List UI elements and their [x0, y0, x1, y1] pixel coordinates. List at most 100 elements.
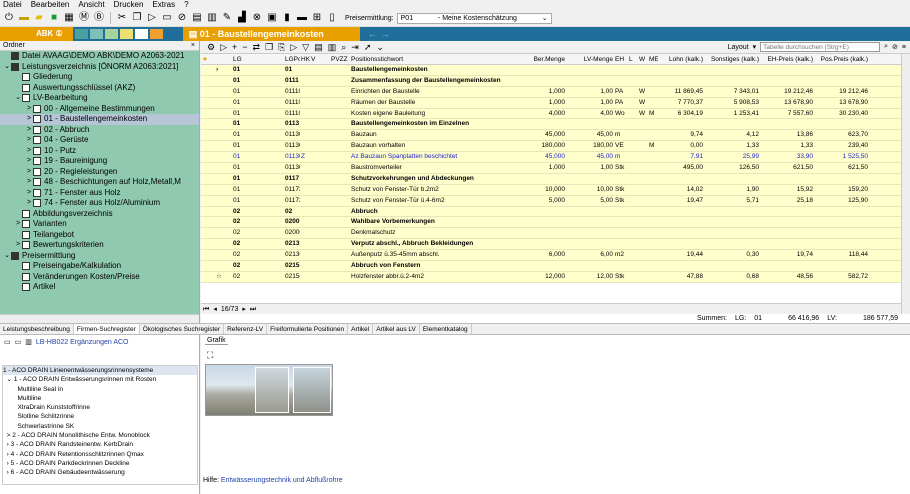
add-icon[interactable]: +	[232, 42, 237, 52]
power-icon[interactable]: ⏻	[3, 12, 15, 24]
table-row[interactable]: ☆02021501BHolzfenster abbr.ü.2-4m212,000…	[201, 271, 901, 283]
tree-item[interactable]: ⌄ LV-Bearbeitung	[0, 93, 199, 104]
tree-item[interactable]: >74 - Fenster aus Holz/Aluminium	[0, 198, 199, 209]
column-header[interactable]: LG	[232, 54, 284, 64]
register-item[interactable]: Slotline Schlitzrinne	[3, 412, 197, 421]
table-row[interactable]: 02 0213 Verputz abschl., Abbruch Bekleidun…	[201, 239, 901, 251]
expand-chevron-icon[interactable]: >	[25, 135, 33, 146]
column-header[interactable]: EH-Preis (kalk.)	[760, 54, 814, 64]
nav-back-icon[interactable]: ←	[368, 29, 377, 39]
tree-item[interactable]: Veränderungen Kosten/Preise	[0, 272, 199, 283]
menu-item-extras[interactable]: Extras	[152, 0, 175, 10]
copy-icon[interactable]: ❐	[131, 12, 143, 24]
table-row[interactable]: 01 011304A Baustromverteiler 1,000 1,00Stk 49…	[201, 163, 901, 174]
column-header[interactable]: PVZZ	[330, 54, 350, 64]
column-header[interactable]	[215, 54, 232, 64]
m-doc-icon[interactable]: Ⓜ	[78, 12, 90, 24]
tree-item[interactable]: >04 - Gerüste	[0, 135, 199, 146]
expand-icon[interactable]: ⛶	[207, 350, 213, 361]
bar-icon[interactable]: ▬	[296, 12, 308, 24]
table-row[interactable]: 01 011102A Kosten eigene Bauleitung 4,000 4,…	[201, 108, 901, 120]
expand-chevron-icon[interactable]: >	[25, 188, 33, 199]
stack-icon[interactable]: ▮	[281, 12, 293, 24]
table-row[interactable]: 01 011302A Bauzaun 45,000 45,00m 9,74 4,12 13,8…	[201, 130, 901, 142]
nav-forward-icon[interactable]: →	[381, 29, 390, 39]
table-row[interactable]: 02 0200 Wahlbare Vorbemerkungen	[201, 217, 901, 229]
move-icon[interactable]: ⇄	[253, 42, 261, 53]
tab-elementkatalog[interactable]: Elementkatalog	[420, 324, 472, 334]
tree-item[interactable]: Teilangebot	[0, 230, 199, 241]
register-item[interactable]: XtraDrain Kunststoffrinne	[3, 403, 197, 412]
tree-item[interactable]: ⌄ Leistungsverzeichnis [ÖNORM A2063:2021]	[0, 62, 199, 73]
table-row[interactable]: 02 020001B Denkmalschutz	[201, 228, 901, 240]
tab-kologisches-suchregister[interactable]: Ökologisches Suchregister	[140, 324, 225, 334]
table-row[interactable]: 01 0117 Schutzvorkehrungen und Abdeckungen	[201, 173, 901, 185]
chevron-down-icon[interactable]: ▾	[753, 43, 757, 51]
register-item[interactable]: Schwerlastrinne SK	[3, 422, 197, 431]
column-header[interactable]: LV-Menge	[566, 54, 614, 64]
expand-chevron-icon[interactable]: >	[25, 167, 33, 178]
calc-icon[interactable]: ▣	[266, 12, 278, 24]
expand-chevron-icon[interactable]: >	[25, 114, 33, 125]
table-row[interactable]: 01 011101B Räumen der Baustelle 1,000 1,00PA…	[201, 97, 901, 109]
tree-item[interactable]: Gliederung	[0, 72, 199, 83]
tree-item[interactable]: Auswertungsschlüssel (AKZ)	[0, 83, 199, 94]
register-item[interactable]: 1 - ACO DRAIN Linienentwässerungsrinnens…	[3, 366, 197, 376]
register-item[interactable]: Multiline	[3, 394, 197, 403]
settings-icon[interactable]: ⚙	[207, 42, 215, 53]
green-icon[interactable]: ■	[48, 12, 60, 24]
folder-icon[interactable]: ▭	[4, 338, 11, 346]
table-row[interactable]: › 01 01 Baustellengemeinkosten	[201, 65, 901, 76]
edit-icon[interactable]: ✎	[221, 12, 233, 24]
table-row[interactable]: 02 021307B Außenputz ü.35-45mm abschl. 6,00…	[201, 250, 901, 262]
table-row[interactable]: 01 011721A Schutz von Fenster-Tür b.2m2 10,…	[201, 184, 901, 196]
tab-grafik[interactable]: Grafik	[205, 337, 228, 345]
tab-artikel[interactable]: Artikel	[348, 324, 374, 334]
tree-item[interactable]: >00 - Allgemeine Bestimmungen	[0, 104, 199, 115]
tab-artikel-aus-lv[interactable]: Artikel aus LV	[373, 324, 420, 334]
help-link[interactable]: Entwässerungstechnik und Abflußrohre	[221, 477, 343, 484]
duplicate-icon[interactable]: ❐	[265, 42, 273, 53]
grid-icon[interactable]: ▭	[161, 12, 173, 24]
tree-item[interactable]: Datei AVAAG\DEMO ABK\DEMO A2063-2021	[0, 51, 199, 62]
tree-item[interactable]: Abbildungsverzeichnis	[0, 209, 199, 220]
table-row[interactable]: 02 0215 Abbruch von Fenstern	[201, 261, 901, 272]
column-header[interactable]: Positionsstichwort	[350, 54, 516, 64]
column-header[interactable]: L	[628, 54, 638, 64]
layout-button[interactable]: Layout	[728, 44, 749, 51]
column-header[interactable]: EH	[614, 54, 628, 64]
table-row[interactable]: 02 02 Abbruch	[201, 206, 901, 218]
register-link[interactable]: LB-HB022 Ergänzungen ACO	[36, 339, 129, 346]
chevron-down-icon[interactable]: ⌄	[376, 42, 384, 53]
menu-item-bearbeiten[interactable]: Bearbeiten	[31, 0, 70, 10]
tree-item[interactable]: >48 - Beschichtungen auf Holz,Metall,M	[0, 177, 199, 188]
link-icon[interactable]: ⊘	[176, 12, 188, 24]
pager-value[interactable]: 16/73	[221, 304, 239, 314]
expand-chevron-icon[interactable]: >	[25, 156, 33, 167]
last-page-icon[interactable]: ⏭	[250, 304, 256, 314]
no-icon[interactable]: ⊗	[251, 12, 263, 24]
report-icon[interactable]: ▯	[326, 12, 338, 24]
expand-chevron-icon[interactable]: ⌄	[3, 251, 11, 262]
register-item[interactable]: › 5 - ACO DRAIN Parkdeckrinnen Deckline	[3, 459, 197, 468]
next-page-icon[interactable]: ▸	[242, 304, 246, 314]
folder-icon[interactable]: ▬	[18, 12, 30, 24]
menu-item-[interactable]: ?	[184, 0, 188, 10]
expand-chevron-icon[interactable]: ⌄	[3, 62, 11, 73]
prev-page-icon[interactable]: ◂	[213, 304, 217, 314]
tree-item[interactable]: >19 - Baureinigung	[0, 156, 199, 167]
register-item[interactable]: › 6 - ACO DRAIN Gebäudeentwässerung	[3, 468, 197, 477]
expand-chevron-icon[interactable]: ⌄	[14, 93, 22, 104]
expand-chevron-icon[interactable]: >	[25, 104, 33, 115]
tab-referenz-lv[interactable]: Referenz-LV	[224, 324, 268, 334]
register-icon[interactable]: ▥	[25, 338, 32, 346]
first-page-icon[interactable]: ⏮	[203, 304, 209, 314]
export-icon[interactable]: ⇥	[351, 42, 359, 53]
b-doc-icon[interactable]: Ⓑ	[93, 12, 105, 24]
table-icon[interactable]: ▤	[191, 12, 203, 24]
sheet-icon[interactable]: ▥	[206, 12, 218, 24]
org-icon[interactable]: ⊞	[311, 12, 323, 24]
column-header[interactable]: Sonstiges (kalk.)	[704, 54, 760, 64]
table-row[interactable]: 01 0113 Baustellengemeinkosten im Einzelne…	[201, 119, 901, 131]
table-row[interactable]: 01 011302B Bauzaun vorhalten 180,000 180,00V…	[201, 141, 901, 153]
